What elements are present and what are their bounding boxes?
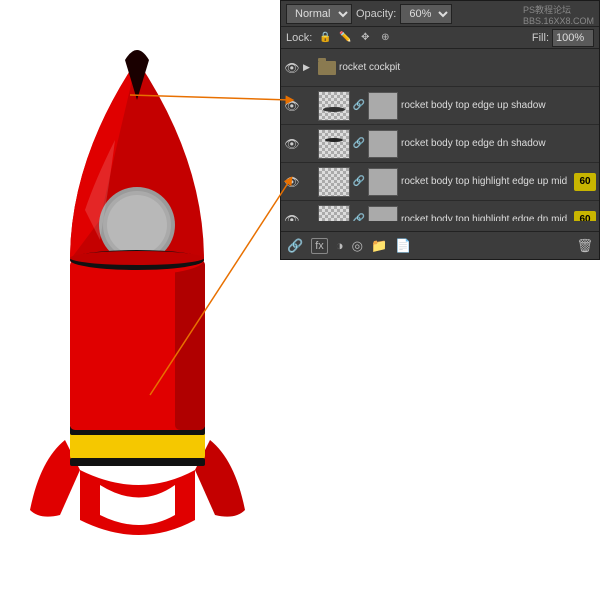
layer-thumbnail (318, 91, 350, 121)
layer-thumbnail (318, 205, 350, 222)
opacity-label: Opacity: (356, 8, 396, 20)
folder-icon (318, 61, 336, 75)
watermark: PS教程论坛BBS.16XX8.COM (523, 3, 594, 26)
blend-opacity-bar: Normal Opacity: 60% PS教程论坛BBS.16XX8.COM (281, 1, 599, 27)
adjustment-icon[interactable]: ◎ (352, 238, 363, 254)
move-icon[interactable]: ✥ (358, 31, 372, 45)
mask-icon[interactable]: ◑ (336, 238, 344, 253)
layer-row[interactable]: 👁 🔗 rocket body top edge up shadow (281, 87, 599, 125)
chain-icon[interactable]: 🔗 (353, 174, 365, 190)
fill-input[interactable] (552, 29, 594, 47)
layer-name: rocket body top edge dn shadow (401, 138, 596, 149)
layer-toolbar: 🔗 fx ◑ ◎ 📁 📄 🗑 (281, 231, 599, 259)
layer-name: rocket cockpit (339, 62, 596, 73)
chain-icon[interactable]: 🔗 (353, 98, 365, 114)
fx-icon[interactable]: fx (311, 238, 328, 254)
fill-label: Fill: (532, 32, 549, 44)
chain-icon[interactable]: 🔗 (353, 136, 365, 152)
layer-row[interactable]: 👁 🔗 rocket body top edge dn shadow (281, 125, 599, 163)
brush-icon[interactable]: ✏️ (338, 31, 352, 45)
rocket-illustration (10, 10, 270, 590)
layer-mask-thumb (368, 168, 398, 196)
blend-mode-select[interactable]: Normal (286, 4, 352, 24)
layer-row[interactable]: 👁 🔗 rocket body top highlight edge up mi… (281, 163, 599, 201)
lock-icon[interactable]: 🔒 (318, 31, 332, 45)
layer-name: rocket body top edge up shadow (401, 100, 596, 111)
eye-icon[interactable]: 👁 (284, 212, 300, 222)
lock2-icon[interactable]: ⊕ (378, 31, 392, 45)
layers-panel: 👁 ▶ rocket cockpit 👁 🔗 rocket body top e… (281, 49, 599, 221)
folder-new-icon[interactable]: 📁 (371, 238, 387, 254)
opacity-badge: 60 (574, 173, 596, 191)
layer-name: rocket body top highlight edge dn mid (401, 214, 571, 221)
layer-row[interactable]: 👁 ▶ rocket cockpit (281, 49, 599, 87)
layer-row[interactable]: 👁 🔗 rocket body top highlight edge dn mi… (281, 201, 599, 221)
layer-name: rocket body top highlight edge up mid (401, 176, 571, 187)
eye-icon[interactable]: 👁 (284, 98, 300, 114)
opacity-select[interactable]: 60% (400, 4, 452, 24)
lock-label: Lock: (286, 32, 312, 44)
eye-icon[interactable]: 👁 (284, 174, 300, 190)
photoshop-panel: Normal Opacity: 60% PS教程论坛BBS.16XX8.COM … (280, 0, 600, 260)
layer-mask-thumb (368, 130, 398, 158)
layer-thumbnail (318, 129, 350, 159)
layer-mask-thumb (368, 92, 398, 120)
eye-icon[interactable]: 👁 (284, 136, 300, 152)
chain-icon[interactable]: 🔗 (353, 212, 365, 222)
link-icon[interactable]: 🔗 (287, 238, 303, 254)
layer-thumbnail (318, 167, 350, 197)
opacity-badge: 60 (574, 211, 596, 222)
layer-mask-thumb (368, 206, 398, 222)
lock-bar: Lock: 🔒 ✏️ ✥ ⊕ Fill: (281, 27, 599, 49)
new-layer-icon[interactable]: 📄 (395, 238, 411, 254)
expand-arrow[interactable]: ▶ (303, 62, 315, 73)
eye-icon[interactable]: 👁 (284, 60, 300, 76)
delete-layer-icon[interactable]: 🗑 (576, 238, 593, 254)
